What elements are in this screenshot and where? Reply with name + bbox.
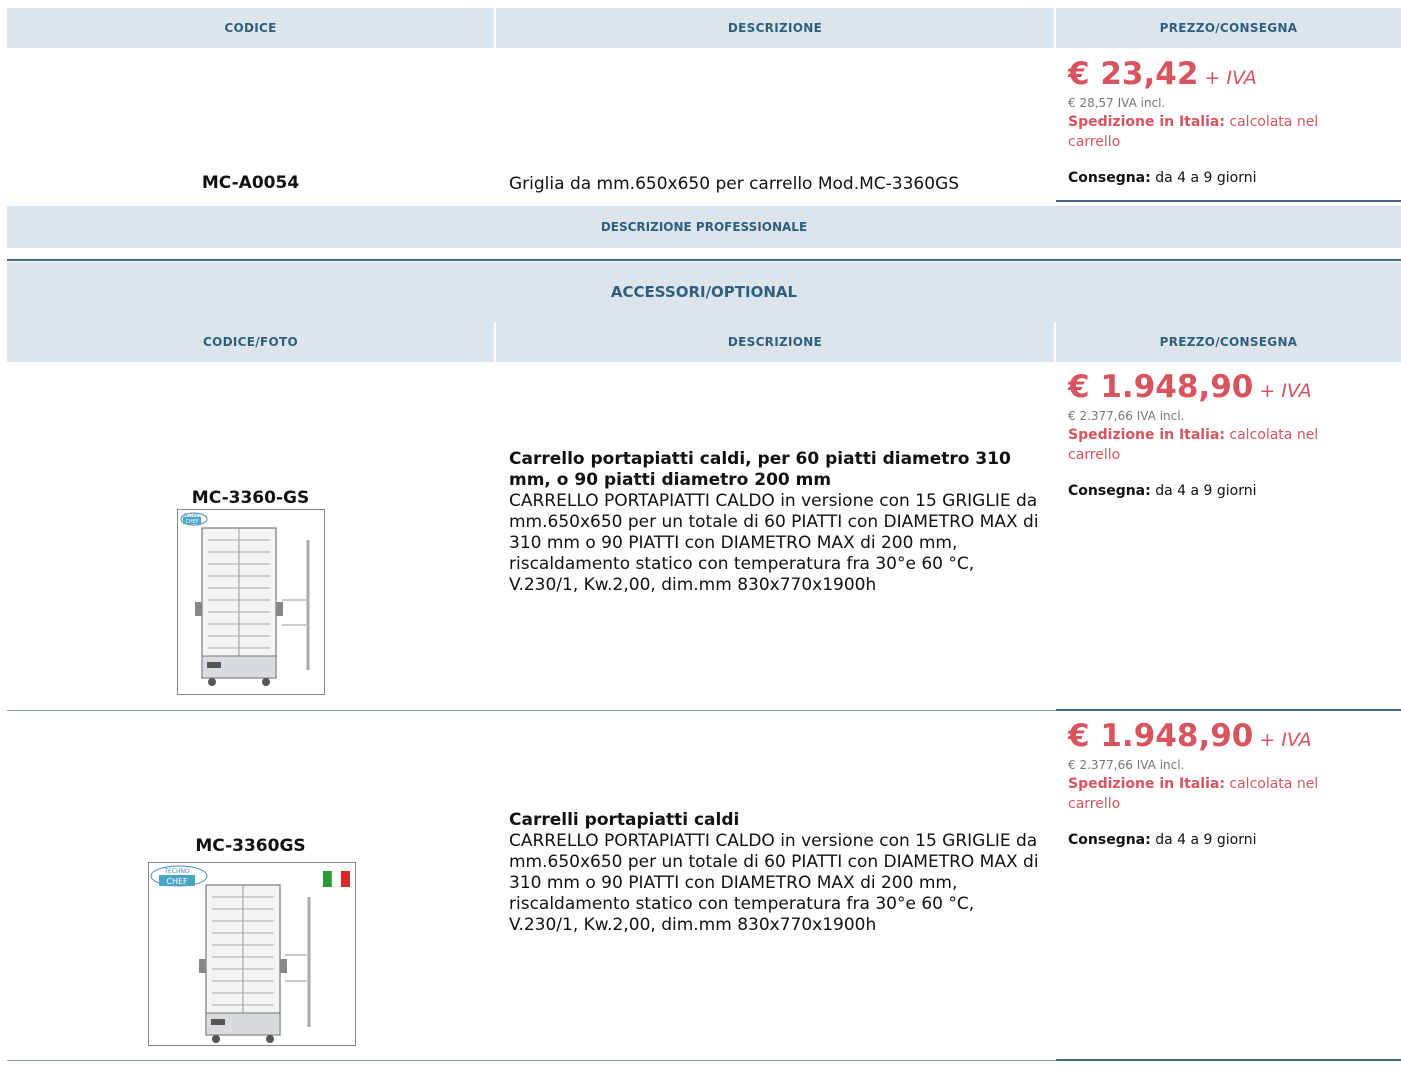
accessory-title: Carrello portapiatti caldi, per 60 piatt… [509,449,1011,490]
accessory-shipping[interactable]: Spedizione in Italia: calcolata nel carr… [1068,774,1368,814]
accessory-delivery: Consegna: da 4 a 9 giorni [1068,832,1257,848]
acc-header-price: PREZZO/CONSEGNA [1056,322,1401,362]
accessory-price-block: € 1.948,90 + IVA € 2.377,66 IVA incl. Spe… [1068,718,1368,848]
accessories-title: ACCESSORI/OPTIONAL [7,262,1401,322]
product-description: Griglia da mm.650x650 per carrello Mod.M… [509,174,960,194]
section-rule [7,259,1401,261]
accessory-code[interactable]: MC-3360GS [7,836,494,856]
product-photo[interactable]: TECHNO CHEF [177,509,325,695]
price-rule [1056,709,1401,711]
professional-description-tab[interactable]: DESCRIZIONE PROFESSIONALE [7,206,1401,248]
svg-text:TECHNO: TECHNO [163,868,190,875]
accessory-code[interactable]: MC-3360-GS [7,488,494,508]
accessory-description: Carrelli portapiatti caldi CARRELLO PORT… [509,810,1044,936]
header-description: DESCRIZIONE [496,8,1054,48]
accessory-price: € 1.948,90 + IVA [1068,718,1312,754]
product-page: CODICE DESCRIZIONE PREZZO/CONSEGNA MC-A0… [0,0,1401,1071]
product-code: MC-A0054 [201,173,300,193]
product-photo[interactable]: TECHNO CHEF [148,862,356,1046]
accessories-table-header: CODICE/FOTO DESCRIZIONE PREZZO/CONSEGNA [7,322,1401,362]
price-rule [1056,1059,1401,1061]
accessory-shipping[interactable]: Spedizione in Italia: calcolata nel carr… [1068,425,1368,465]
accessory-vat-incl: € 2.377,66 IVA incl. [1068,409,1185,423]
header-code: CODICE [7,8,494,48]
acc-header-code: CODICE/FOTO [7,322,494,362]
accessory-price: € 1.948,90 + IVA [1068,369,1312,405]
accessory-body: CARRELLO PORTAPIATTI CALDO in versione c… [509,831,1039,935]
product-shipping[interactable]: Spedizione in Italia: calcolata nel carr… [1068,112,1368,152]
italian-flag-icon [323,870,350,888]
row-rule [7,710,1056,711]
row-rule [7,1060,1056,1061]
accessory-delivery: Consegna: da 4 a 9 giorni [1068,483,1257,499]
header-price: PREZZO/CONSEGNA [1056,8,1401,48]
accessory-description: Carrello portapiatti caldi, per 60 piatt… [509,449,1044,596]
product-price: € 23,42 + IVA [1068,56,1257,92]
svg-text:CHEF: CHEF [185,519,198,525]
warmer-cart-image: TECHNO CHEF [150,865,350,1043]
warmer-cart-image: TECHNO CHEF [180,512,310,686]
accessory-body: CARRELLO PORTAPIATTI CALDO in versione c… [509,491,1039,595]
product-vat-incl: € 28,57 IVA incl. [1068,96,1166,110]
product-price-block: € 23,42 + IVA € 28,57 IVA incl. Spedizion… [1068,56,1368,186]
product-table-header: CODICE DESCRIZIONE PREZZO/CONSEGNA [7,8,1401,48]
accessory-vat-incl: € 2.377,66 IVA incl. [1068,758,1185,772]
accessory-title: Carrelli portapiatti caldi [509,810,740,830]
svg-text:CHEF: CHEF [166,877,188,886]
svg-text:TECHNO: TECHNO [183,513,201,518]
accessory-price-block: € 1.948,90 + IVA € 2.377,66 IVA incl. Spe… [1068,369,1368,499]
price-rule [1056,200,1401,202]
product-delivery: Consegna: da 4 a 9 giorni [1068,170,1257,186]
acc-header-description: DESCRIZIONE [496,322,1054,362]
